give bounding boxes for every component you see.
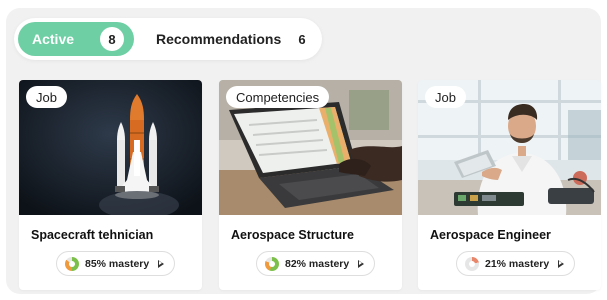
tab-bar: Active 8 Recommendations 6 [14,18,322,60]
card-aerospace-structure[interactable]: Competencies Aerospace Structure 82% mas… [219,80,402,290]
mastery-label: 82% mastery [285,257,350,270]
laptop-image: Competencies [219,80,402,215]
mastery-donut-icon [265,256,279,271]
tab-active[interactable]: Active 8 [18,22,134,56]
card-title: Aerospace Structure [231,228,354,242]
tab-active-label: Active [32,31,75,47]
card-badge: Competencies [226,86,330,108]
card-badge: Job [425,86,466,108]
engineer-image: Job [418,80,601,215]
play-icon [158,259,165,268]
mastery-button[interactable]: 85% mastery [56,251,176,276]
mastery-donut-icon [65,256,79,271]
mastery-label: 85% mastery [85,257,150,270]
mastery-donut-icon [465,256,479,271]
card-title: Aerospace Engineer [430,228,551,242]
tab-recommendations-count: 6 [290,27,314,51]
card-spacecraft-technician[interactable]: Job Spacecraft tehnician 85% mastery [19,80,202,290]
card-title: Spacecraft tehnician [31,228,154,242]
mastery-button[interactable]: 21% mastery [456,251,576,276]
play-icon [358,259,365,268]
tab-recommendations[interactable]: Recommendations 6 [142,22,318,56]
card-badge: Job [26,86,67,108]
mastery-label: 21% mastery [485,257,550,270]
mastery-button[interactable]: 82% mastery [256,251,376,276]
play-icon [558,259,565,268]
rocket-launch-image: Job [19,80,202,215]
tab-recommendations-label: Recommendations [156,31,282,47]
card-aerospace-engineer[interactable]: Job Aerospace Engineer 21% mastery [418,80,601,290]
tab-active-count: 8 [100,27,124,51]
